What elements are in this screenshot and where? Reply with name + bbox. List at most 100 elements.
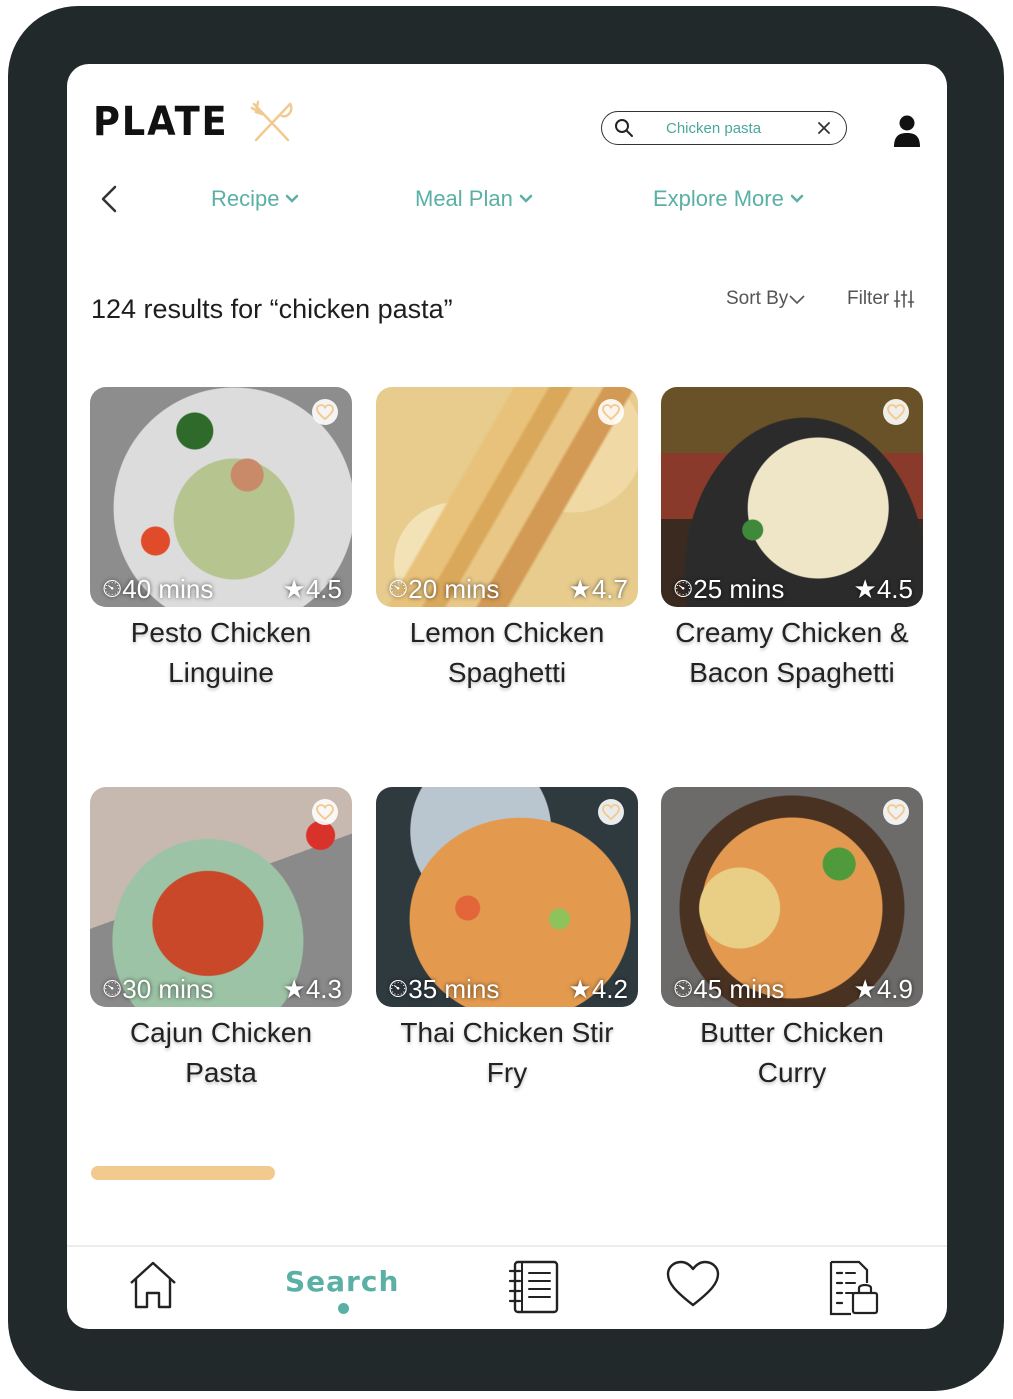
nav-explore-more-label: Explore More [653, 186, 784, 211]
recipe-title-line: Curry [757, 1057, 827, 1088]
nav-recipe[interactable]: Recipe [211, 186, 299, 212]
chevron-down-icon [789, 295, 805, 305]
chevron-down-icon [286, 194, 299, 203]
recipe-time: 35 mins [408, 973, 500, 1004]
favorite-heart-icon[interactable] [883, 399, 909, 425]
logo-text: PLATE [93, 99, 229, 145]
recipe-image: ⏲ 40 mins ★ 4.5 [90, 387, 352, 607]
star-icon: ★ [282, 573, 306, 604]
recipe-card[interactable]: ⏲ 45 mins ★ 4.9 Butter Chicken Curry [661, 787, 923, 1093]
results-summary: 124 results for “chicken pasta” [91, 294, 453, 324]
recipe-rating: 4.2 [591, 973, 628, 1004]
recipe-title-line: Linguine [168, 657, 274, 688]
recipe-title: Butter Chicken Curry [661, 1013, 923, 1093]
recipe-title-line: Thai Chicken Stir [400, 1017, 614, 1048]
nav-explore-more[interactable]: Explore More [653, 186, 804, 212]
nav-meal-plan[interactable]: Meal Plan [415, 186, 533, 212]
back-arrow-icon[interactable] [99, 184, 119, 214]
star-icon: ★ [568, 973, 592, 1004]
recipe-card[interactable]: ⏲ 30 mins ★ 4.3 Cajun Chicken Pasta [90, 787, 352, 1093]
recipe-time: 25 mins [693, 573, 785, 604]
recipe-time: 20 mins [408, 573, 500, 604]
side-button [993, 116, 1001, 172]
nav-recipe-label: Recipe [211, 186, 280, 211]
recipe-title: Pesto Chicken Linguine [90, 613, 352, 693]
star-icon: ★ [853, 973, 877, 1004]
recipe-image: ⏲ 30 mins ★ 4.3 [90, 787, 352, 1007]
recipe-meta: ⏲ 30 mins ★ 4.3 [102, 973, 342, 1005]
sort-by-label: Sort By [726, 288, 789, 309]
search-icon [615, 119, 633, 137]
nav-meal-plan-label: Meal Plan [415, 186, 513, 211]
side-button [993, 182, 1001, 238]
recipe-book-icon[interactable] [507, 1259, 561, 1315]
favorite-heart-icon[interactable] [598, 799, 624, 825]
recipe-card[interactable]: ⏲ 25 mins ★ 4.5 Creamy Chicken & Bacon Spa… [661, 387, 923, 693]
star-icon: ★ [282, 973, 306, 1004]
chevron-down-icon [519, 194, 533, 203]
recipe-title-line: Pasta [185, 1057, 257, 1088]
clock-icon: ⏲ [388, 973, 409, 1003]
favorite-heart-icon[interactable] [598, 399, 624, 425]
recipe-title: Cajun Chicken Pasta [90, 1013, 352, 1093]
filter-button[interactable]: Filter [847, 288, 915, 310]
recipe-rating: 4.9 [876, 973, 913, 1004]
sort-by-button[interactable]: Sort By [726, 288, 806, 310]
recipe-title: Thai Chicken Stir Fry [376, 1013, 638, 1093]
user-profile-icon[interactable] [893, 114, 921, 148]
favorite-heart-icon[interactable] [312, 799, 338, 825]
shopping-list-icon[interactable] [825, 1259, 881, 1317]
recipe-time: 30 mins [122, 973, 214, 1004]
recipe-title-line: Spaghetti [447, 657, 567, 688]
recipe-rating: 4.5 [305, 573, 342, 604]
recipe-title-line: Creamy Chicken & [675, 617, 909, 648]
clock-icon: ⏲ [102, 973, 123, 1003]
recipe-image: ⏲ 25 mins ★ 4.5 [661, 387, 923, 607]
app-logo[interactable]: PLATE [93, 98, 296, 146]
recipe-title-line: Cajun Chicken [129, 1017, 313, 1048]
recipe-card[interactable]: ⏲ 40 mins ★ 4.5 Pesto Chicken Linguine [90, 387, 352, 693]
recipe-rating: 4.7 [591, 573, 628, 604]
sliders-icon [893, 290, 915, 308]
recipe-meta: ⏲ 45 mins ★ 4.9 [673, 973, 913, 1005]
home-icon[interactable] [127, 1259, 179, 1313]
search-bar[interactable]: Chicken pasta [601, 111, 847, 145]
recipe-image: ⏲ 45 mins ★ 4.9 [661, 787, 923, 1007]
bottom-tab-bar: Search [67, 1245, 947, 1329]
favorite-heart-icon[interactable] [312, 399, 338, 425]
recipe-title: Lemon Chicken Spaghetti [376, 613, 638, 693]
recipe-rating: 4.5 [876, 573, 913, 604]
recipe-rating: 4.3 [305, 973, 342, 1004]
recipe-meta: ⏲ 25 mins ★ 4.5 [673, 573, 913, 605]
favorites-heart-icon[interactable] [665, 1259, 721, 1309]
crossed-utensils-icon [251, 100, 293, 142]
clock-icon: ⏲ [673, 573, 694, 603]
recipe-image: ⏲ 20 mins ★ 4.7 [376, 387, 638, 607]
star-icon: ★ [853, 573, 877, 604]
clock-icon: ⏲ [673, 973, 694, 1003]
recipe-card[interactable]: ⏲ 35 mins ★ 4.2 Thai Chicken Stir Fry [376, 787, 638, 1093]
clock-icon: ⏲ [102, 573, 123, 603]
recipe-meta: ⏲ 20 mins ★ 4.7 [388, 573, 628, 605]
favorite-heart-icon[interactable] [883, 799, 909, 825]
search-input[interactable]: Chicken pasta [666, 120, 761, 137]
recipe-meta: ⏲ 40 mins ★ 4.5 [102, 573, 342, 605]
tab-search[interactable]: Search [285, 1265, 399, 1298]
star-icon: ★ [568, 573, 592, 604]
filter-label: Filter [847, 288, 890, 309]
recipe-title: Creamy Chicken & Bacon Spaghetti [661, 613, 923, 693]
recipe-title-line: Lemon Chicken [409, 617, 605, 648]
clock-icon: ⏲ [388, 573, 409, 603]
recipe-title-line: Bacon Spaghetti [689, 657, 895, 688]
chevron-down-icon [790, 194, 804, 203]
recipe-time: 40 mins [122, 573, 214, 604]
recipe-title-line: Butter Chicken [700, 1017, 884, 1048]
scroll-indicator [91, 1166, 275, 1180]
app-screen: PLATE Chicken pasta Recipe Meal Plan Exp… [67, 64, 947, 1329]
recipe-image: ⏲ 35 mins ★ 4.2 [376, 787, 638, 1007]
active-tab-indicator [338, 1303, 349, 1314]
recipe-title-line: Fry [486, 1057, 528, 1088]
recipe-card[interactable]: ⏲ 20 mins ★ 4.7 Lemon Chicken Spaghetti [376, 387, 638, 693]
recipe-time: 45 mins [693, 973, 785, 1004]
clear-search-icon[interactable] [814, 118, 834, 138]
